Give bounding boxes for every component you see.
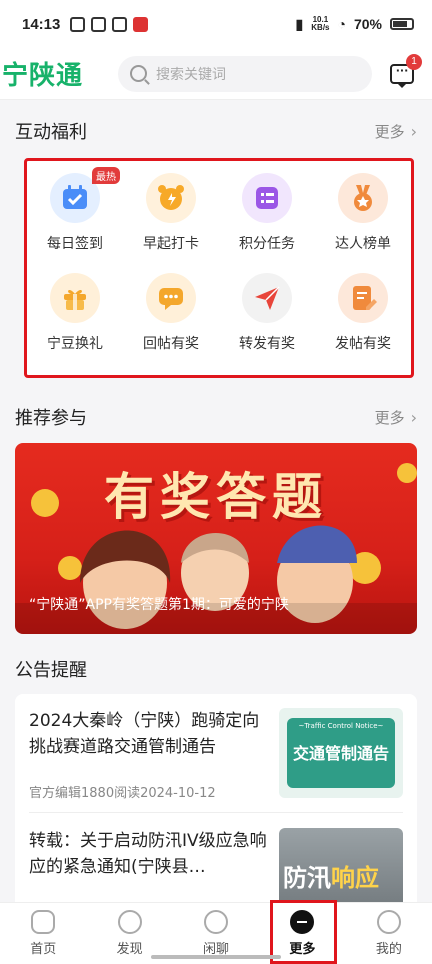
divider [29, 812, 403, 813]
notice-thumbnail: ~Traffic Control Notice~ 交通管制通告 [279, 708, 403, 798]
message-badge: 1 [406, 53, 422, 70]
more-label: 更多 [374, 122, 405, 141]
status-bar: 14:13 ▮ 10.1 KB/s ◔ 70% [0, 0, 432, 48]
vibrate-icon: ▮ [295, 15, 304, 32]
notice-title: 转载：关于启动防汛IV级应急响应的紧急通知(宁陕县… [29, 831, 267, 877]
gift-icon [50, 273, 100, 323]
app-header: 宁陕通 搜索关键词 ··· 1 [0, 48, 432, 100]
edit-note-icon [338, 273, 388, 323]
discover-icon [117, 910, 142, 934]
notices-header: 公告提醒 [15, 656, 417, 682]
net-speed: 10.1 KB/s [311, 16, 329, 32]
status-time: 14:13 [22, 15, 61, 33]
notice-thumbnail: 防汛响应 [279, 828, 403, 909]
alarm-clock-icon [146, 173, 196, 223]
hot-badge: 最热 [92, 167, 120, 184]
benefit-label: 宁豆换礼 [47, 336, 103, 352]
thumb-text-a: 防汛 [283, 864, 331, 892]
nav-label: 我的 [375, 942, 402, 957]
benefits-more-link[interactable]: 更多 › [375, 121, 417, 142]
recommend-header: 推荐参与 更多 › [15, 404, 417, 430]
chevron-right-icon: › [410, 121, 417, 141]
home-indicator [151, 955, 281, 959]
search-input[interactable]: 搜索关键词 [118, 55, 372, 92]
recommend-more-link[interactable]: 更多 › [375, 407, 417, 428]
thumb-title: 防汛响应 [283, 858, 379, 893]
battery-icon [390, 18, 414, 30]
notification-icons [70, 16, 149, 32]
banner-title: 有奖答题 [104, 468, 328, 526]
notice-list: 2024大秦岭（宁陕）跑骑定向挑战赛道路交通管制通告 官方编辑1880阅读202… [15, 694, 417, 909]
task-list-icon [242, 173, 292, 223]
home-icon [31, 910, 56, 934]
notification-icon [70, 16, 86, 32]
more-label: 更多 [374, 408, 405, 427]
notification-icon [112, 16, 128, 32]
recommend-title: 推荐参与 [15, 408, 87, 429]
benefits-header: 互动福利 更多 › [15, 118, 417, 144]
battery-percent: 70% [353, 16, 382, 32]
benefits-grid: 最热 每日签到 早起打卡 积分任务 达人榜单 宁豆换礼 回帖有奖 转发有奖 发帖… [24, 158, 414, 378]
chat-bubble-icon [146, 273, 196, 323]
nav-label: 首页 [30, 942, 57, 957]
benefit-early-checkin[interactable]: 早起打卡 [123, 173, 219, 273]
notice-item[interactable]: 2024大秦岭（宁陕）跑骑定向挑战赛道路交通管制通告 官方编辑1880阅读202… [15, 694, 417, 812]
nav-label: 更多 [289, 942, 316, 957]
benefit-daily-checkin[interactable]: 最热 每日签到 [27, 167, 123, 273]
wifi-icon: ◔ [337, 16, 346, 32]
nav-home[interactable]: 首页 [0, 903, 86, 964]
thumb-title: 交通管制通告 [292, 744, 389, 763]
benefit-label: 每日签到 [47, 236, 103, 252]
search-icon [130, 65, 147, 82]
benefit-leaderboard[interactable]: 达人榜单 [315, 173, 411, 273]
thumb-text-b: 响应 [331, 864, 379, 892]
banner-caption: “宁陕通”APP有奖答题第1期：可爱的宁陕 [29, 597, 289, 613]
notice-title: 2024大秦岭（宁陕）跑骑定向挑战赛道路交通管制通告 [29, 711, 260, 757]
chevron-right-icon: › [410, 407, 417, 427]
notice-meta: 官方编辑1880阅读2024-10-12 [29, 786, 216, 801]
medal-icon [338, 173, 388, 223]
nav-label: 发现 [116, 942, 143, 957]
benefit-label: 发帖有奖 [335, 336, 391, 352]
benefits-title: 互动福利 [15, 122, 87, 143]
benefit-label: 积分任务 [239, 236, 295, 252]
profile-icon [376, 910, 401, 934]
benefit-post-reward[interactable]: 发帖有奖 [315, 273, 411, 373]
benefit-label: 转发有奖 [239, 336, 295, 352]
quiz-banner[interactable]: 有奖答题 “宁陕通”APP有奖答题第1期：可爱的宁陕 [15, 443, 417, 634]
benefit-gift-exchange[interactable]: 宁豆换礼 [27, 273, 123, 373]
nav-profile[interactable]: 我的 [346, 903, 432, 964]
paper-plane-icon [242, 273, 292, 323]
app-logo: 宁陕通 [2, 61, 84, 91]
more-icon [290, 910, 315, 934]
benefit-share-reward[interactable]: 转发有奖 [219, 273, 315, 373]
benefit-points-task[interactable]: 积分任务 [219, 173, 315, 273]
benefit-label: 早起打卡 [143, 236, 199, 252]
notices-title: 公告提醒 [15, 660, 87, 681]
benefit-label: 回帖有奖 [143, 336, 199, 352]
notice-item[interactable]: 转载：关于启动防汛IV级应急响应的紧急通知(宁陕县… 防汛响应 [15, 814, 417, 909]
status-right: ▮ 10.1 KB/s ◔ 70% [296, 16, 414, 33]
tiktok-icon [91, 16, 107, 32]
calendar-check-icon: 最热 [50, 167, 120, 223]
app-screen: 14:13 ▮ 10.1 KB/s ◔ 70% 宁陕通 搜索关键词 ··· 1 互… [0, 0, 432, 964]
search-placeholder: 搜索关键词 [156, 66, 226, 83]
app-notification-icon [133, 16, 149, 32]
benefit-label: 达人榜单 [335, 236, 391, 252]
benefit-reply-reward[interactable]: 回帖有奖 [123, 273, 219, 373]
messages-button[interactable]: ··· 1 [386, 53, 422, 90]
thumb-subtitle: ~Traffic Control Notice~ [298, 722, 384, 730]
chat-icon [204, 910, 229, 934]
net-speed-unit: KB/s [311, 23, 330, 32]
